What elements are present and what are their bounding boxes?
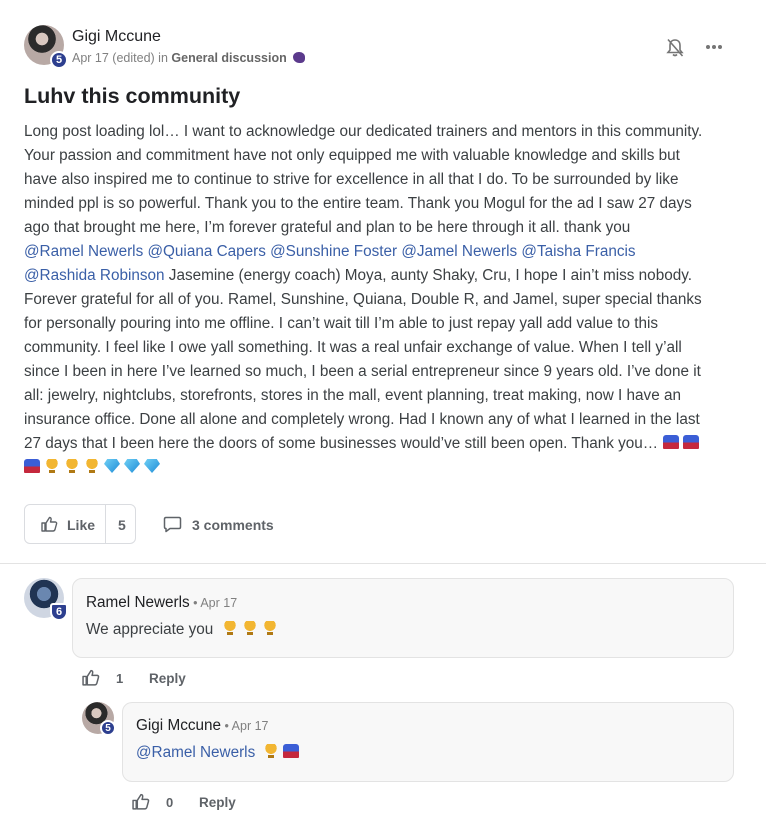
body-text-span: 27 days that I been here the doors of so…: [24, 435, 659, 452]
trophy-icon: [241, 621, 258, 635]
level-badge: 5: [100, 720, 116, 736]
separator-dot: •: [221, 719, 232, 733]
level-badge: 5: [50, 51, 68, 69]
body-line: for personally pouring into me offline. …: [24, 315, 659, 332]
body-line: insurance office. Done all alone and com…: [24, 411, 700, 428]
body-line: since I been in here I’ve learned so muc…: [24, 363, 701, 380]
gem-icon: [144, 459, 160, 473]
comment-date: Apr 17: [200, 596, 238, 610]
comment-like-count: 0: [166, 795, 174, 810]
divider: [0, 563, 766, 564]
comment-header: Gigi Mccune • Apr 17: [136, 717, 269, 735]
like-button[interactable]: Like 5: [24, 504, 136, 544]
mention-link[interactable]: @Taisha Francis: [521, 243, 635, 260]
body-line: Your passion and commitment have not onl…: [24, 147, 680, 164]
body-line: Forever grateful for all of you. Ramel, …: [24, 291, 702, 308]
trophy-icon: [263, 744, 280, 758]
body-line: minded ppl is so powerful. Thank you to …: [24, 195, 692, 212]
post-body: Long post loading lol… I want to acknowl…: [24, 120, 744, 480]
body-line: 27 days that I been here the doors of so…: [24, 432, 744, 456]
like-count[interactable]: 5: [118, 517, 126, 533]
comment-date: Apr 17: [231, 719, 269, 733]
divider: [105, 505, 106, 543]
comment-bubble: Gigi Mccune • Apr 17 @Ramel Newerls: [122, 702, 734, 782]
trophy-icon: [221, 621, 238, 635]
trophy-icon: [64, 459, 80, 473]
mention-link[interactable]: @Ramel Newerls: [136, 744, 255, 761]
mailbox-icon: [283, 744, 300, 758]
mention-link[interactable]: @Rashida Robinson: [24, 267, 165, 284]
body-line: community. I feel like I owe yall someth…: [24, 339, 682, 356]
separator-dot: •: [189, 596, 201, 610]
reply-button[interactable]: Reply: [149, 671, 186, 686]
post-author-name[interactable]: Gigi Mccune: [72, 28, 161, 46]
post-date: Apr 17 (edited): [72, 51, 155, 65]
mailbox-icon: [24, 459, 40, 473]
body-line: @Rashida Robinson Jasemine (energy coach…: [24, 264, 744, 288]
emoji-line: [24, 456, 744, 480]
comment-header: Ramel Newerls • Apr 17: [86, 594, 237, 612]
comment-text-span: We appreciate you: [86, 621, 214, 638]
speaking-head-icon: [293, 52, 306, 63]
comment-text: We appreciate you: [86, 621, 282, 639]
comment-like-button[interactable]: [132, 793, 150, 810]
post-meta: Apr 17 (edited) in General discussion: [72, 51, 306, 65]
thumbs-up-icon: [41, 516, 58, 532]
gem-icon: [104, 459, 120, 473]
comments-count-button[interactable]: 3 comments: [192, 517, 274, 533]
body-text-span: Jasemine (energy coach) Moya, aunty Shak…: [164, 267, 692, 284]
mentions-line: @Ramel Newerls @Quiana Capers @Sunshine …: [24, 240, 744, 264]
trophy-icon: [84, 459, 100, 473]
mention-link[interactable]: @Sunshine Foster: [270, 243, 397, 260]
mailbox-icon: [683, 435, 700, 449]
like-label: Like: [67, 517, 96, 533]
gem-icon: [124, 459, 140, 473]
body-line: all: jewelry, nightclubs, storefronts, s…: [24, 387, 681, 404]
comment-author[interactable]: Gigi Mccune: [136, 717, 221, 734]
reply-button[interactable]: Reply: [199, 795, 236, 810]
comment-author[interactable]: Ramel Newerls: [86, 594, 190, 611]
post-category[interactable]: General discussion: [171, 51, 286, 65]
body-line: have also inspired me to continue to str…: [24, 171, 679, 188]
comment-like-count: 1: [116, 671, 124, 686]
mention-link[interactable]: @Quiana Capers: [147, 243, 265, 260]
comment-bubble: Ramel Newerls • Apr 17 We appreciate you: [72, 578, 734, 658]
body-line: ago that brought me here, I’m forever gr…: [24, 219, 631, 236]
mention-link[interactable]: @Jamel Newerls: [401, 243, 517, 260]
comment-text: @Ramel Newerls: [136, 744, 303, 762]
notification-bell-off-icon[interactable]: [666, 38, 684, 58]
comment-bubble-icon: [163, 516, 182, 533]
post-in-word: in: [158, 51, 168, 65]
mailbox-icon: [663, 435, 680, 449]
level-badge: 6: [50, 603, 68, 621]
body-line: Long post loading lol… I want to acknowl…: [24, 123, 703, 140]
trophy-icon: [261, 621, 278, 635]
mention-link[interactable]: @Ramel Newerls: [24, 243, 143, 260]
trophy-icon: [44, 459, 60, 473]
comment-like-button[interactable]: [82, 669, 100, 686]
post-title: Luhv this community: [24, 84, 241, 108]
more-options-icon[interactable]: [705, 44, 723, 50]
